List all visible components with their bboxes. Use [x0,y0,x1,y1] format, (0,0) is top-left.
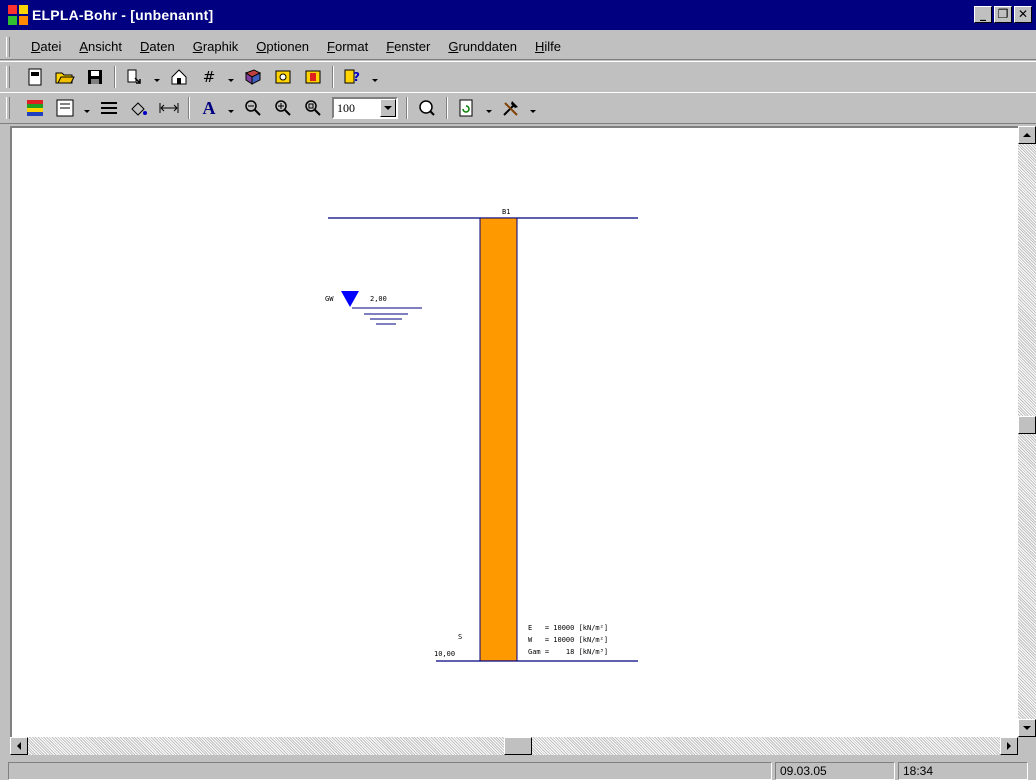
drawing-canvas[interactable]: B1 GW 2,00 S 10,00 E = 10000 [kN/m²] W =… [10,126,1018,737]
properties-icon[interactable] [53,96,77,120]
scroll-down-button[interactable] [1018,719,1036,737]
borehole-drawing: B1 GW 2,00 S 10,00 E = 10000 [kN/m²] W =… [325,208,638,662]
layer-bottom-depth: 10,00 [434,650,455,658]
scroll-right-button[interactable] [1000,737,1018,755]
info-book-icon[interactable] [301,65,325,89]
menu-daten[interactable]: Daten [131,39,184,54]
zoom-dropdown-icon[interactable] [380,99,396,117]
book-icon[interactable] [241,65,265,89]
refresh-dropdown-icon[interactable] [484,96,494,120]
help-dropdown-icon[interactable] [370,65,380,89]
graphics-toolbar: A 100 [0,92,1036,124]
menu-graphik[interactable]: Graphik [184,39,248,54]
color-icon[interactable] [127,96,151,120]
new-icon[interactable] [23,65,47,89]
app-icon[interactable] [8,5,28,25]
tools-icon[interactable] [499,96,523,120]
window-title: ELPLA-Bohr - [unbenannt] [32,7,214,23]
groundwater-label: GW [325,295,334,303]
groundwater-triangle-icon [341,291,359,307]
groundwater-depth: 2,00 [370,295,387,303]
menu-optionen[interactable]: Optionen [247,39,318,54]
status-bar: 09.03.05 18:34 [0,760,1036,780]
menu-bar: Datei Ansicht Daten Graphik Optionen For… [0,34,1036,60]
font-icon[interactable]: A [197,96,221,120]
scroll-corner [1018,737,1036,755]
zoom-select[interactable]: 100 [332,97,398,119]
status-date: 09.03.05 [775,762,895,780]
help-book-icon[interactable] [271,65,295,89]
properties-dropdown-icon[interactable] [82,96,92,120]
scroll-up-button[interactable] [1018,126,1036,144]
vertical-scroll-thumb[interactable] [1018,416,1036,434]
export-icon[interactable] [167,65,191,89]
menu-hilfe[interactable]: Hilfe [526,39,570,54]
open-icon[interactable] [53,65,77,89]
zoom-out-icon[interactable] [241,96,265,120]
zoom-in-icon[interactable] [271,96,295,120]
soil-layer-column [479,217,518,662]
font-dropdown-icon[interactable] [226,96,236,120]
property-e: E = 10000 [kN/m²] [528,624,608,632]
property-w: W = 10000 [kN/m²] [528,636,608,644]
borehole-name: B1 [502,208,510,216]
context-help-icon[interactable]: ? [341,65,365,89]
import-icon[interactable] [123,65,147,89]
title-bar: ELPLA-Bohr - [unbenannt] _ ❐ ✕ [0,0,1036,30]
restore-button[interactable]: ❐ [994,6,1012,23]
horizontal-scroll-thumb[interactable] [504,737,532,755]
vertical-scrollbar[interactable] [1018,126,1036,737]
close-button[interactable]: ✕ [1014,6,1032,23]
svg-text:?: ? [353,70,360,84]
import-dropdown-icon[interactable] [152,65,162,89]
menu-format[interactable]: Format [318,39,377,54]
dimension-icon[interactable] [157,96,181,120]
menu-grunddaten[interactable]: Grunddaten [439,39,526,54]
tools-dropdown-icon[interactable] [528,96,538,120]
zoom-window-icon[interactable] [301,96,325,120]
horizontal-scrollbar[interactable] [10,737,1018,755]
minimize-button[interactable]: _ [974,6,992,23]
save-icon[interactable] [83,65,107,89]
zoom-value[interactable]: 100 [334,99,380,117]
scroll-left-button[interactable] [10,737,28,755]
status-message-panel [8,762,772,780]
numbers-dropdown-icon[interactable] [226,65,236,89]
property-gam: Gam = 18 [kN/m³] [528,648,608,656]
soil-layers-icon[interactable] [23,96,47,120]
standard-toolbar: # ? [0,61,1036,93]
menu-fenster[interactable]: Fenster [377,39,439,54]
layer-code: S [458,633,462,641]
refresh-icon[interactable] [455,96,479,120]
menu-datei[interactable]: Datei [22,39,70,54]
menu-ansicht[interactable]: Ansicht [70,39,131,54]
preview-icon[interactable] [415,96,439,120]
numbers-icon[interactable]: # [197,65,221,89]
line-width-icon[interactable] [97,96,121,120]
status-time: 18:34 [898,762,1028,780]
